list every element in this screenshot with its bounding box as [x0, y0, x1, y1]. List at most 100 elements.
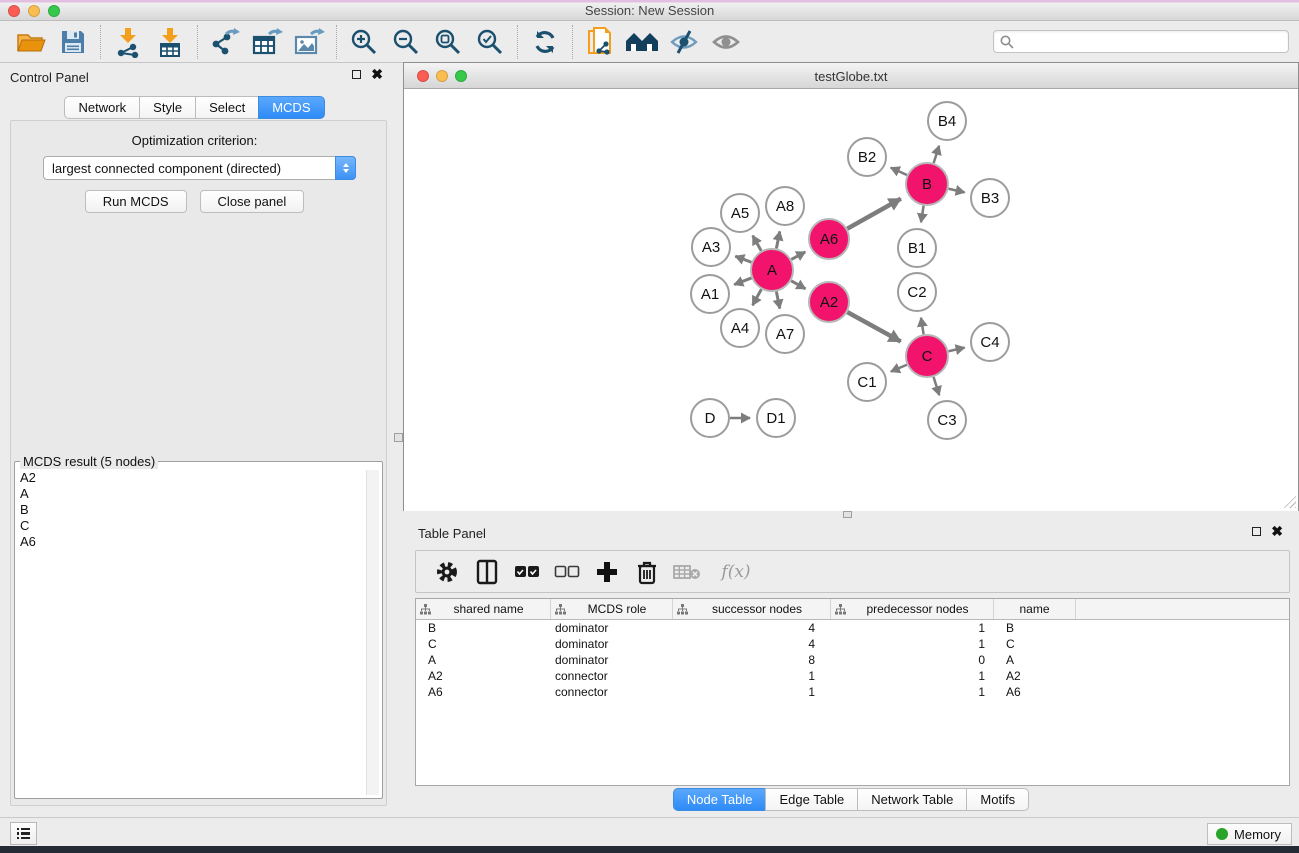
edge-B-B4[interactable]	[934, 146, 939, 163]
search-input[interactable]	[1018, 34, 1282, 49]
export-image-button[interactable]	[288, 23, 330, 61]
float-table-panel-icon[interactable]	[1252, 527, 1261, 536]
tab-network-table[interactable]: Network Table	[857, 788, 967, 811]
mcds-result-item[interactable]: C	[16, 518, 381, 534]
edge-C-C3[interactable]	[934, 377, 940, 395]
table-cell[interactable]: A6	[994, 685, 1076, 699]
function-builder-button[interactable]: f(x)	[712, 555, 760, 589]
graph-node-A[interactable]: A	[751, 249, 793, 291]
table-row[interactable]: Adominator80A	[416, 652, 1289, 668]
table-cell[interactable]: C	[416, 637, 551, 651]
delete-column-button[interactable]	[632, 555, 662, 589]
delete-table-button[interactable]	[672, 555, 702, 589]
open-session-button[interactable]	[10, 23, 52, 61]
edge-A-A1[interactable]	[734, 278, 751, 285]
graph-node-C1[interactable]: C1	[848, 363, 886, 401]
table-cell[interactable]: B	[994, 621, 1076, 635]
column-header-shared-name[interactable]: shared name	[416, 599, 551, 619]
edge-A-A2[interactable]	[791, 281, 805, 289]
tab-node-table[interactable]: Node Table	[673, 788, 767, 811]
show-selection-button[interactable]	[705, 23, 747, 61]
edge-A-A6[interactable]	[791, 252, 805, 260]
column-header-successor-nodes[interactable]: successor nodes	[673, 599, 831, 619]
show-columns-button[interactable]	[472, 555, 502, 589]
import-table-button[interactable]	[149, 23, 191, 61]
result-scrollbar[interactable]	[366, 470, 379, 795]
graph-node-A6[interactable]: A6	[809, 219, 849, 259]
graph-node-B[interactable]: B	[906, 163, 948, 205]
graph-node-A4[interactable]: A4	[721, 309, 759, 347]
graph-node-D[interactable]: D	[691, 399, 729, 437]
graph-node-C3[interactable]: C3	[928, 401, 966, 439]
table-cell[interactable]: A2	[994, 669, 1076, 683]
edge-C-C2[interactable]	[921, 318, 924, 335]
table-cell[interactable]: 4	[673, 621, 831, 635]
table-row[interactable]: Bdominator41B	[416, 620, 1289, 636]
mcds-result-item[interactable]: A2	[16, 470, 381, 486]
zoom-selected-button[interactable]	[469, 23, 511, 61]
unselect-all-columns-button[interactable]	[552, 555, 582, 589]
table-cell[interactable]: 1	[831, 685, 994, 699]
network-canvas[interactable]: AA1A3A5A8A4A7A6A2BB1B2B3B4CC1C2C3C4DD1	[404, 90, 1298, 511]
select-all-columns-button[interactable]	[512, 555, 542, 589]
table-cell[interactable]: A	[994, 653, 1076, 667]
table-cell[interactable]: 1	[831, 621, 994, 635]
table-cell[interactable]: 1	[831, 669, 994, 683]
edge-A2-C[interactable]	[847, 312, 900, 341]
graph-node-B4[interactable]: B4	[928, 102, 966, 140]
refresh-view-button[interactable]	[524, 23, 566, 61]
save-session-button[interactable]	[52, 23, 94, 61]
graph-node-B1[interactable]: B1	[898, 229, 936, 267]
edge-C-C4[interactable]	[948, 348, 964, 352]
column-header-MCDS-role[interactable]: MCDS role	[551, 599, 673, 619]
table-cell[interactable]: connector	[551, 685, 673, 699]
edge-A-A3[interactable]	[735, 256, 751, 262]
zoom-out-button[interactable]	[385, 23, 427, 61]
memory-button[interactable]: Memory	[1207, 823, 1292, 845]
table-cell[interactable]: dominator	[551, 637, 673, 651]
table-cell[interactable]: B	[416, 621, 551, 635]
mcds-result-item[interactable]: B	[16, 502, 381, 518]
close-table-panel-icon[interactable]: ✖	[1271, 526, 1283, 536]
tab-select[interactable]: Select	[195, 96, 259, 119]
table-cell[interactable]: 4	[673, 637, 831, 651]
table-cell[interactable]: dominator	[551, 621, 673, 635]
close-panel-button[interactable]: Close panel	[200, 190, 305, 213]
edge-A-A4[interactable]	[753, 289, 762, 305]
column-header-predecessor-nodes[interactable]: predecessor nodes	[831, 599, 994, 619]
hide-selection-button[interactable]	[663, 23, 705, 61]
table-cell[interactable]: A6	[416, 685, 551, 699]
edge-A-A7[interactable]	[776, 292, 779, 309]
tab-style[interactable]: Style	[139, 96, 196, 119]
graph-node-A2[interactable]: A2	[809, 282, 849, 322]
table-cell[interactable]: A2	[416, 669, 551, 683]
graph-node-A1[interactable]: A1	[691, 275, 729, 313]
tab-mcds[interactable]: MCDS	[258, 96, 324, 119]
edge-A6-B[interactable]	[847, 199, 901, 229]
global-search[interactable]	[993, 30, 1289, 53]
table-cell[interactable]: C	[994, 637, 1076, 651]
table-cell[interactable]: 1	[831, 637, 994, 651]
graph-node-A3[interactable]: A3	[692, 228, 730, 266]
edge-B-B1[interactable]	[921, 206, 924, 223]
table-cell[interactable]: 1	[673, 669, 831, 683]
graph-node-B3[interactable]: B3	[971, 179, 1009, 217]
table-row[interactable]: Cdominator41C	[416, 636, 1289, 652]
graph-node-A8[interactable]: A8	[766, 187, 804, 225]
zoom-fit-button[interactable]	[427, 23, 469, 61]
vertical-splitter-grip[interactable]	[394, 433, 403, 442]
graph-node-B2[interactable]: B2	[848, 138, 886, 176]
import-network-button[interactable]	[107, 23, 149, 61]
graph-node-D1[interactable]: D1	[757, 399, 795, 437]
table-row[interactable]: A2connector11A2	[416, 668, 1289, 684]
table-cell[interactable]: 1	[673, 685, 831, 699]
tab-motifs[interactable]: Motifs	[966, 788, 1029, 811]
graph-node-C[interactable]: C	[906, 335, 948, 377]
table-cell[interactable]: 0	[831, 653, 994, 667]
graph-node-C2[interactable]: C2	[898, 273, 936, 311]
close-panel-icon[interactable]: ✖	[371, 69, 383, 79]
mcds-result-item[interactable]: A	[16, 486, 381, 502]
create-column-button[interactable]	[592, 555, 622, 589]
mcds-result-item[interactable]: A6	[16, 534, 381, 550]
table-settings-button[interactable]	[432, 555, 462, 589]
